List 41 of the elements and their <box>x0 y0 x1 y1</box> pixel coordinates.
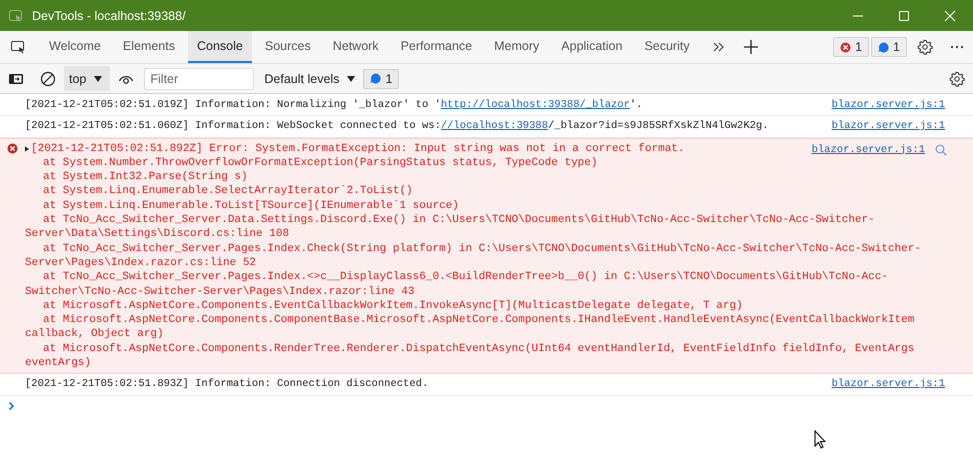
source-link[interactable]: blazor.server.js:1 <box>832 377 945 392</box>
stack-trace-line: at Microsoft.AspNetCore.Components.EventCallbackWorkItem.InvokeAsync[T](MulticastDelegate delegate, T arg) <box>42 298 744 314</box>
context-dropdown[interactable]: top <box>64 66 110 91</box>
stack-trace-line: at TcNo_Acc_Switcher_Server.Pages.Index.<>c__DisplayClass6_0.<BuildRenderTree>b__0() in C:\Users\TCNO\Documents\GitHub\TcNo-Acc- <box>42 270 889 285</box>
log-message: [2021-12-21T05:02:51.060Z] Information: WebSocket connected to ws://localhost:39388/_blazor?id=s9J85SRfXskZlN4lGw2K2g. <box>25 119 770 134</box>
stack-trace-line: at Microsoft.AspNetCore.Components.RenderTree.Renderer.DispatchEventAsync(UInt64 eventHandlerId, EventFieldInfo fieldInfo, EventArgs <box>42 342 916 356</box>
tab[interactable]: Network <box>324 31 388 63</box>
tab[interactable]: Security <box>635 31 699 63</box>
source-link[interactable]: blazor.server.js:1 <box>812 142 925 157</box>
tab[interactable]: Elements <box>114 31 184 63</box>
levels-dropdown[interactable]: Default levels <box>264 72 356 86</box>
stack-trace-line: Switcher\TcNo-Acc-Switcher-Server\Pages\Index.razor:line 43 <box>25 284 416 299</box>
tab[interactable]: Application <box>552 31 632 63</box>
link[interactable]: http://localhost:39388/_blazor <box>440 99 630 111</box>
message-count-button[interactable]: 1 <box>363 68 400 88</box>
stack-trace-line: at System.Linq.Enumerable.ToList[TSource](IEnumerable`1 source) <box>42 198 460 214</box>
log-message: [2021-12-21T05:02:51.019Z] Information: Normalizing '_blazor' to 'http://localhost:39388/_blazor'. <box>25 98 644 112</box>
stack-trace-line: at System.Linq.Enumerable.SelectArrayIterator`2.ToList() <box>42 184 414 199</box>
stack-trace-line: callback, Object arg) <box>25 327 165 342</box>
stack-trace-line: eventArgs) <box>25 356 92 370</box>
tab[interactable]: Welcome <box>40 31 110 63</box>
stack-trace-line: at TcNo_Acc_Switcher_Server.Pages.Index.Check(String platform) in C:\Users\TCNO\Documents\GitHub\TcNo-Acc-Switcher\TcNo-Acc-Switcher- <box>42 242 922 256</box>
stack-trace-line: Server\Data\Settings\Discord.cs:line 108 <box>25 227 290 242</box>
tab[interactable]: Console <box>188 31 252 63</box>
stack-trace-line: at TcNo_Acc_Switcher_Server.Data.Settings.Discord.Exe() in C:\Users\TCNO\Documents\GitHub\TcNo-Acc-Switcher\TcNo-Acc-Switcher- <box>42 213 876 228</box>
tab[interactable]: Memory <box>485 31 548 63</box>
stack-trace-line: at System.Int32.Parse(String s) <box>42 170 249 184</box>
filter-field[interactable]: Filter <box>144 68 254 90</box>
window-title: DevTools - localhost:39388/ <box>32 8 187 22</box>
error-count-button[interactable]: 1 <box>833 37 870 57</box>
tab[interactable]: Sources <box>256 31 320 63</box>
link[interactable]: //localhost:39388 <box>440 120 548 132</box>
stack-trace-line: Server\Pages\Index.razor.cs:line 52 <box>25 256 258 270</box>
tab[interactable]: Performance <box>392 31 482 63</box>
source-link[interactable]: blazor.server.js:1 <box>832 119 945 134</box>
source-link[interactable]: blazor.server.js:1 <box>832 98 945 112</box>
stack-trace-line: at System.Number.ThrowOverflowOrFormatException(ParsingStatus status, TypeCode type) <box>42 156 598 170</box>
message-count-button[interactable]: 1 <box>871 37 907 57</box>
stack-trace-line: at Microsoft.AspNetCore.Components.ComponentBase.Microsoft.AspNetCore.Components.IHandleEvent.HandleEventAsync(EventCallbackWorkItem <box>42 313 916 328</box>
log-message: [2021-12-21T05:02:51.893Z] Information: Connection disconnected. <box>25 377 430 392</box>
error-message: [2021-12-21T05:02:51.892Z] Error: System.FormatException: Input string was not in a correct format. <box>31 142 685 156</box>
